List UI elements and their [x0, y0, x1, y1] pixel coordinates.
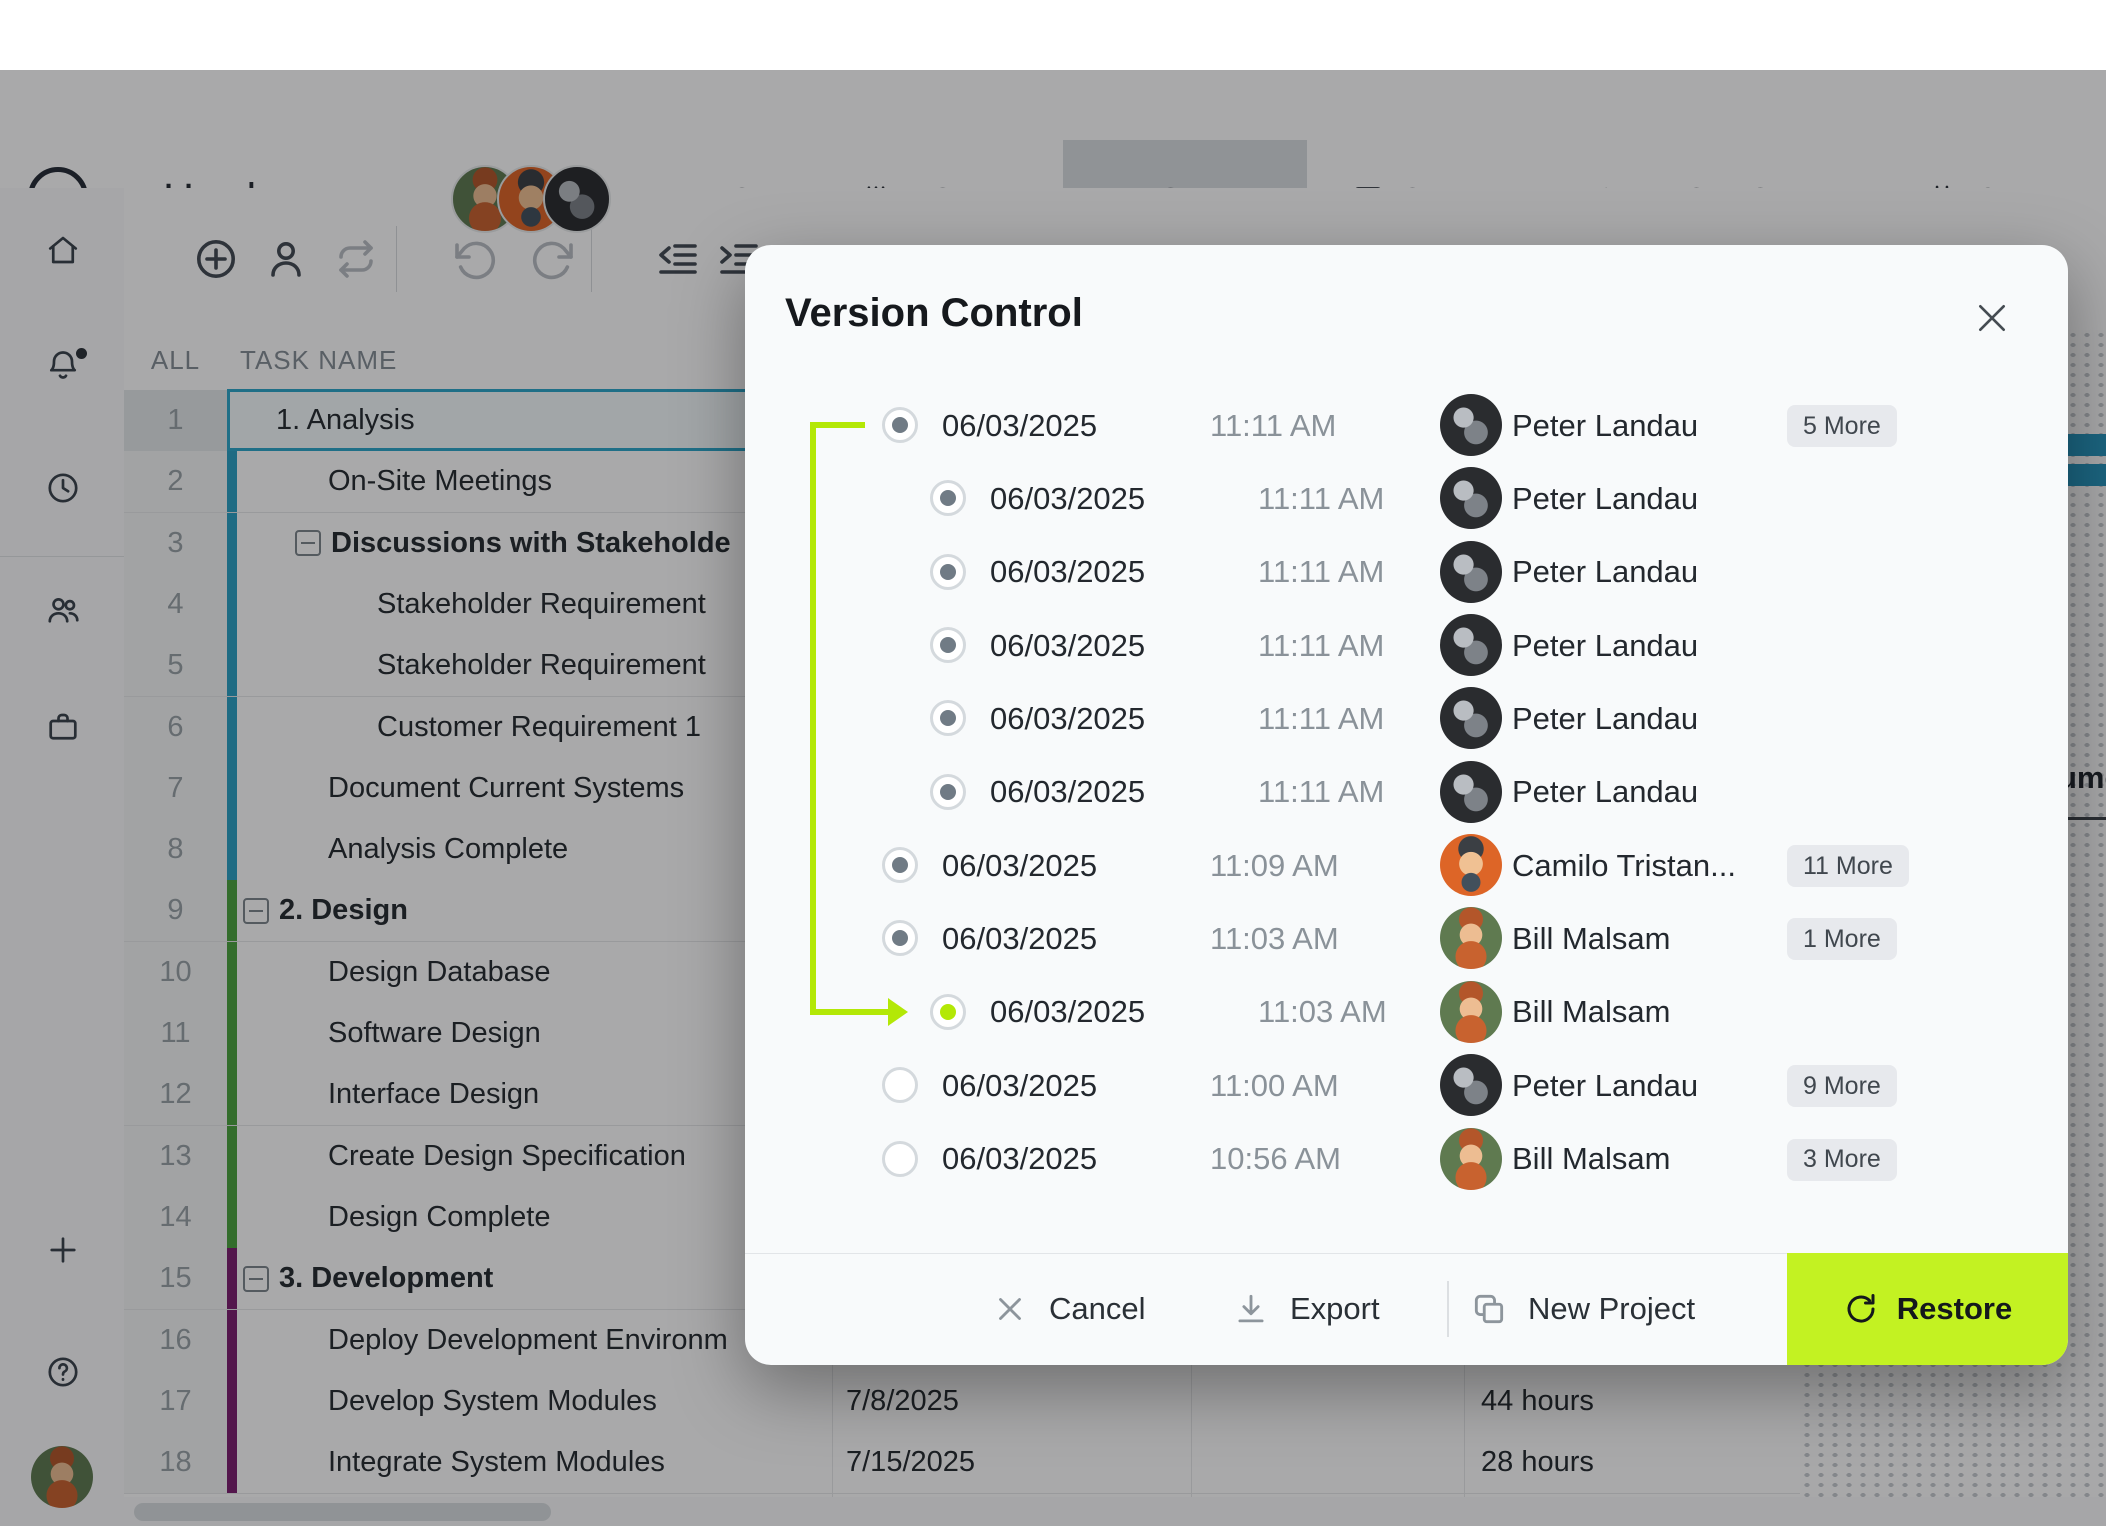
cancel-button[interactable]: Cancel [991, 1253, 1146, 1365]
version-user-avatar [1440, 1128, 1502, 1190]
version-user-avatar [1440, 761, 1502, 823]
version-date: 06/03/2025 [990, 462, 1145, 535]
more-versions-badge[interactable]: 9 More [1787, 1065, 1897, 1107]
more-versions-badge[interactable]: 5 More [1787, 405, 1897, 447]
restore-refresh-icon [1843, 1291, 1879, 1327]
radio-dot [940, 784, 956, 800]
footer-button-divider [1447, 1281, 1449, 1337]
radio-dot [892, 857, 908, 873]
version-radio[interactable] [930, 700, 966, 736]
version-time: 11:11 AM [1258, 682, 1384, 755]
version-date: 06/03/2025 [942, 1049, 1097, 1122]
version-date: 06/03/2025 [942, 902, 1097, 975]
version-time: 11:03 AM [1210, 902, 1339, 975]
more-versions-badge[interactable]: 1 More [1787, 918, 1897, 960]
version-date: 06/03/2025 [990, 756, 1145, 829]
version-user-avatar [1440, 614, 1502, 676]
version-date: 06/03/2025 [942, 829, 1097, 902]
version-row[interactable]: 06/03/2025 10:56 AM Bill Malsam 3 More [745, 1123, 2068, 1196]
version-radio[interactable] [930, 554, 966, 590]
version-radio[interactable] [930, 774, 966, 810]
version-date: 06/03/2025 [990, 682, 1145, 755]
version-row[interactable]: 06/03/2025 11:11 AM Peter Landau [745, 536, 2068, 609]
version-user-avatar [1440, 541, 1502, 603]
version-user-name: Peter Landau [1512, 682, 1698, 755]
radio-dot [892, 417, 908, 433]
version-row[interactable]: 06/03/2025 11:11 AM Peter Landau [745, 682, 2068, 755]
version-row[interactable]: 06/03/2025 11:03 AM Bill Malsam [745, 976, 2068, 1049]
version-row[interactable]: 06/03/2025 11:11 AM Peter Landau 5 More [745, 389, 2068, 462]
version-user-name: Peter Landau [1512, 389, 1698, 462]
cancel-x-icon [991, 1290, 1029, 1328]
copy-icon [1470, 1290, 1508, 1328]
version-radio[interactable] [882, 407, 918, 443]
radio-dot [940, 1004, 956, 1020]
version-radio[interactable] [882, 920, 918, 956]
version-user-avatar [1440, 907, 1502, 969]
version-row[interactable]: 06/03/2025 11:03 AM Bill Malsam 1 More [745, 902, 2068, 975]
version-date: 06/03/2025 [990, 536, 1145, 609]
version-time: 11:09 AM [1210, 829, 1339, 902]
version-radio[interactable] [882, 847, 918, 883]
version-time: 11:11 AM [1258, 536, 1384, 609]
version-user-name: Bill Malsam [1512, 902, 1670, 975]
version-date: 06/03/2025 [942, 1123, 1097, 1196]
radio-dot [940, 710, 956, 726]
more-versions-badge[interactable]: 3 More [1787, 1139, 1897, 1181]
version-time: 11:11 AM [1258, 609, 1384, 682]
download-icon [1232, 1290, 1270, 1328]
radio-dot [892, 930, 908, 946]
version-row[interactable]: 06/03/2025 11:11 AM Peter Landau [745, 609, 2068, 682]
version-time: 11:11 AM [1258, 462, 1384, 535]
version-user-avatar [1440, 834, 1502, 896]
version-time: 10:56 AM [1210, 1123, 1341, 1196]
export-button[interactable]: Export [1232, 1253, 1380, 1365]
new-project-label: New Project [1528, 1291, 1695, 1327]
version-radio[interactable] [930, 627, 966, 663]
version-date: 06/03/2025 [990, 609, 1145, 682]
version-date: 06/03/2025 [942, 389, 1097, 462]
version-date: 06/03/2025 [990, 976, 1145, 1049]
version-control-modal: Version Control 06/03/2025 11:11 AM Peter … [745, 245, 2068, 1365]
version-user-name: Peter Landau [1512, 756, 1698, 829]
version-row[interactable]: 06/03/2025 11:11 AM Peter Landau [745, 756, 2068, 829]
close-icon[interactable] [1972, 298, 2012, 338]
radio-dot [940, 490, 956, 506]
version-user-name: Bill Malsam [1512, 976, 1670, 1049]
version-row[interactable]: 06/03/2025 11:09 AM Camilo Tristan... 11 Mo… [745, 829, 2068, 902]
version-row[interactable]: 06/03/2025 11:11 AM Peter Landau [745, 462, 2068, 535]
modal-title: Version Control [785, 291, 1083, 336]
version-radio[interactable] [882, 1141, 918, 1177]
version-user-avatar [1440, 687, 1502, 749]
version-radio[interactable] [930, 480, 966, 516]
version-user-name: Peter Landau [1512, 609, 1698, 682]
version-user-name: Bill Malsam [1512, 1123, 1670, 1196]
version-time: 11:11 AM [1210, 389, 1336, 462]
export-label: Export [1290, 1291, 1380, 1327]
version-user-avatar [1440, 394, 1502, 456]
cancel-label: Cancel [1049, 1291, 1146, 1327]
version-user-name: Peter Landau [1512, 462, 1698, 535]
version-time: 11:00 AM [1210, 1049, 1339, 1122]
radio-dot [940, 637, 956, 653]
version-user-name: Peter Landau [1512, 1049, 1698, 1122]
version-radio[interactable] [930, 994, 966, 1030]
version-user-avatar [1440, 1054, 1502, 1116]
new-project-button[interactable]: New Project [1470, 1253, 1695, 1365]
app-screen: PM Hardwa... LISTBOARDGANTTSHEETDASHBOAR… [0, 0, 2106, 1526]
radio-dot [940, 564, 956, 580]
restore-button[interactable]: Restore [1787, 1253, 2068, 1365]
restore-label: Restore [1897, 1291, 2012, 1327]
version-radio[interactable] [882, 1067, 918, 1103]
version-row[interactable]: 06/03/2025 11:00 AM Peter Landau 9 More [745, 1049, 2068, 1122]
version-user-avatar [1440, 981, 1502, 1043]
version-user-avatar [1440, 467, 1502, 529]
more-versions-badge[interactable]: 11 More [1787, 845, 1909, 887]
version-time: 11:03 AM [1258, 976, 1387, 1049]
version-user-name: Peter Landau [1512, 536, 1698, 609]
version-time: 11:11 AM [1258, 756, 1384, 829]
version-user-name: Camilo Tristan... [1512, 829, 1736, 902]
